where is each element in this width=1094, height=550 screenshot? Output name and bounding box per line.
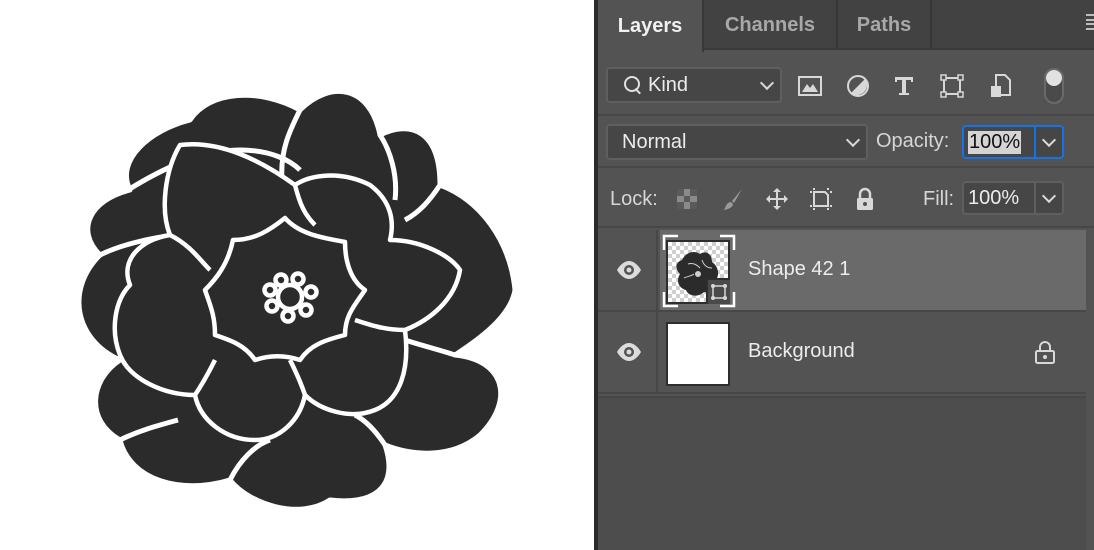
opacity-field[interactable]: 100% [962, 125, 1064, 159]
thumbnail-selection-frame [662, 234, 736, 308]
lock-all-icon[interactable] [852, 186, 878, 212]
filter-row: Kind [598, 52, 1094, 116]
blend-mode-select[interactable]: Normal [606, 124, 868, 160]
fill-field[interactable]: 100% [962, 181, 1064, 215]
filter-kind-label: Kind [648, 73, 689, 96]
chevron-down-icon [845, 132, 861, 148]
layer-content[interactable]: Background [660, 312, 1086, 392]
lock-position-icon[interactable] [764, 186, 790, 212]
layer-name[interactable]: Background [748, 340, 855, 363]
chevron-down-icon [759, 75, 775, 91]
image-filter-icon[interactable] [796, 72, 824, 100]
lock-artboard-icon[interactable] [808, 186, 834, 212]
fill-dropdown-button[interactable] [1036, 183, 1062, 213]
lock-row: Lock: Fill: 100% [598, 170, 1094, 228]
type-filter-icon[interactable] [890, 72, 918, 100]
tab-paths[interactable]: Paths [838, 0, 932, 50]
fill-label: Fill: [923, 188, 955, 210]
hamburger-menu-icon[interactable] [1086, 14, 1094, 30]
shape-filter-icon[interactable] [938, 72, 966, 100]
adjustment-filter-icon[interactable] [844, 72, 872, 100]
layer-name[interactable]: Shape 42 1 [748, 258, 850, 281]
eye-icon [617, 261, 641, 279]
document-canvas[interactable] [0, 0, 594, 550]
opacity-value: 100% [968, 130, 1022, 154]
tab-layers[interactable]: Layers [598, 0, 704, 52]
layer-lock-icon[interactable] [1034, 340, 1056, 364]
visibility-toggle[interactable] [598, 230, 658, 310]
layers-empty-area[interactable] [598, 396, 1086, 550]
flower-artwork [76, 88, 518, 512]
opacity-label: Opacity: [876, 130, 950, 152]
tab-channels[interactable]: Channels [704, 0, 838, 50]
panel-tab-bar: Layers Channels Paths [598, 0, 1094, 52]
lock-image-pixels-icon[interactable] [720, 186, 746, 212]
blend-row: Normal Opacity: 100% [598, 118, 1094, 168]
visibility-toggle[interactable] [598, 312, 658, 392]
eye-icon [617, 343, 641, 361]
layer-thumbnail [666, 322, 730, 386]
layer-row-shape[interactable]: Shape 42 1 [598, 230, 1086, 312]
search-icon [624, 76, 642, 94]
filter-toggle-switch[interactable] [1044, 68, 1064, 104]
layer-content[interactable]: Shape 42 1 [660, 230, 1086, 310]
blend-mode-value: Normal [622, 130, 687, 153]
opacity-dropdown-button[interactable] [1036, 127, 1062, 157]
lock-label: Lock: [610, 188, 658, 210]
filter-kind-select[interactable]: Kind [606, 67, 782, 103]
fill-input[interactable]: 100% [964, 183, 1036, 213]
layers-panel: Layers Channels Paths Kind Normal Opacit… [594, 0, 1094, 550]
smart-object-filter-icon[interactable] [986, 72, 1014, 100]
layers-list: Shape 42 1 Background [598, 230, 1086, 394]
layer-row-background[interactable]: Background [598, 312, 1086, 394]
lock-transparent-pixels-icon[interactable] [674, 186, 700, 212]
opacity-input[interactable]: 100% [964, 127, 1036, 157]
